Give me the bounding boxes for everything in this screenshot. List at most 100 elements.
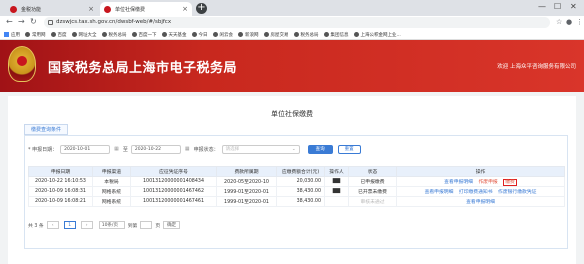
site-title: 国家税务总局上海市电子税务局: [48, 61, 238, 76]
cell-channel: 网格系统: [92, 186, 131, 197]
bookmark-item[interactable]: 上海公积金网上业...: [353, 32, 401, 38]
goto-confirm-button[interactable]: 确定: [163, 221, 181, 229]
declaration-table: 申报日期 申报渠道 应征凭证序号 费款所属期 应缴费额合计(元) 操作人 状态 …: [28, 166, 565, 207]
reload-icon[interactable]: ↻: [30, 17, 37, 26]
void-declaration-link[interactable]: 作废申报: [478, 180, 497, 185]
site-header: 国家税务总局上海市电子税务局 欢迎 上海众平咨询服务有限公司: [0, 40, 584, 92]
close-window-button[interactable]: ✕: [570, 2, 577, 11]
bookmark-item[interactable]: 今日: [191, 32, 208, 38]
cell-status: 已申报缴费: [348, 176, 397, 187]
bookmark-label: 今日: [198, 32, 208, 38]
profile-icon[interactable]: ●: [566, 18, 572, 26]
page-title: 单位社保缴费: [271, 110, 313, 118]
bookmark-label: 集团信息: [330, 32, 349, 38]
tab-label: 金税功能: [21, 6, 42, 13]
bookmark-favicon-icon: [293, 32, 299, 37]
bookmark-item[interactable]: 税务总局: [293, 32, 319, 38]
bookmark-item[interactable]: 百度一下: [131, 32, 157, 38]
welcome-text[interactable]: 欢迎 上海众平咨询服务有限公司: [497, 62, 576, 70]
column-header: 申报渠道: [92, 166, 131, 177]
cell-date: 2020-10-09 16:08:21: [28, 196, 93, 207]
status-select[interactable]: 请选择 ⌄: [221, 144, 300, 154]
bookmark-favicon-icon: [71, 32, 77, 37]
browser-tab-1[interactable]: 金税功能 ×: [6, 2, 98, 16]
cell-status: 审核未通过: [348, 196, 397, 207]
cell-period: 2020-05至2020-10: [216, 176, 277, 187]
date-label: * 申报日期：: [28, 146, 58, 153]
tab-close-icon[interactable]: ×: [88, 5, 94, 13]
void-bank-voucher-link[interactable]: 作废银行缴款凭证: [498, 190, 536, 195]
cell-ops: 查看申报明细: [396, 196, 565, 207]
pay-link[interactable]: 缴费: [503, 179, 517, 186]
cell-period: 1999-01至2020-01: [216, 186, 277, 197]
bookmark-item[interactable]: 网址大全: [71, 32, 97, 38]
next-page-button[interactable]: ›: [80, 221, 93, 229]
table-row: 2020-10-09 16:08:31 网格系统 100131200000014…: [28, 186, 565, 197]
pagination: 共 3 条 ‹ 1 › 10条/页 到第 页 确定: [28, 220, 181, 230]
menu-icon[interactable]: ⋮: [576, 18, 583, 26]
column-header: 费款所属期: [216, 166, 277, 177]
bookmark-item[interactable]: 闲云会: [212, 32, 233, 38]
page-number-button[interactable]: 1: [63, 221, 76, 229]
cell-amount: 38,430.00: [276, 196, 325, 207]
cell-operator: ▇▇: [324, 186, 349, 197]
column-header: 操作: [396, 166, 565, 177]
view-detail-link[interactable]: 查看申报明细: [466, 200, 495, 205]
bookmark-label: 天天基金: [168, 32, 187, 38]
reset-button[interactable]: 重置: [337, 144, 361, 154]
bookmark-label: 常用网: [32, 32, 46, 38]
status-label: 申报状态：: [193, 146, 219, 153]
cell-date: 2020-10-22 16:10:53: [28, 176, 93, 187]
forward-icon[interactable]: →: [18, 17, 25, 26]
bookmark-item[interactable]: 税务总局: [101, 32, 127, 38]
bookmark-item[interactable]: 天天基金: [161, 32, 187, 38]
page-unit-label: 页: [155, 223, 161, 229]
calendar-icon[interactable]: ▦: [185, 146, 190, 152]
column-header: 状态: [348, 166, 397, 177]
page-size-select[interactable]: 10条/页: [98, 221, 125, 229]
new-tab-button[interactable]: +: [196, 3, 207, 14]
cell-operator: [324, 196, 349, 207]
url-field[interactable]: dzswjcs.tax.sh.gov.cn/dwsbf-web/#/sbjfcx: [44, 17, 550, 28]
goto-label: 到第: [127, 223, 138, 229]
cell-voucher: 10013120000001467461: [130, 196, 217, 207]
tax-emblem-icon: [8, 46, 36, 82]
maximize-button[interactable]: ☐: [554, 2, 561, 11]
bookmark-favicon-icon: [238, 32, 243, 37]
bookmark-favicon-icon: [161, 32, 167, 37]
bookmark-favicon-icon: [131, 32, 137, 37]
query-button[interactable]: 查询: [307, 144, 333, 154]
bookmark-label: 房屋交易: [270, 32, 289, 38]
bookmark-item[interactable]: 集团信息: [323, 32, 349, 38]
star-icon[interactable]: ☆: [556, 18, 562, 26]
minimize-button[interactable]: —: [538, 2, 546, 11]
tab-query-conditions[interactable]: 缴费查询条件: [24, 124, 69, 135]
bookmark-item[interactable]: 房屋交易: [263, 32, 289, 38]
bookmark-label: 网址大全: [78, 32, 97, 38]
url-text: dzswjcs.tax.sh.gov.cn/dwsbf-web/#/sbjfcx: [56, 19, 172, 25]
bookmark-item[interactable]: 常用网: [25, 32, 46, 38]
lock-icon: [48, 20, 53, 25]
view-detail-link[interactable]: 查看申报明细: [425, 190, 454, 195]
bookmark-favicon-icon: [50, 32, 56, 37]
bookmark-label: 税务总局: [108, 32, 127, 38]
cell-amount: 20,030.00: [276, 176, 325, 187]
prev-page-button[interactable]: ‹: [46, 221, 59, 229]
cell-voucher: 10013120000001467462: [130, 186, 217, 197]
tab-close-icon[interactable]: ×: [182, 5, 188, 13]
view-detail-link[interactable]: 查看申报明细: [444, 180, 473, 185]
back-icon[interactable]: ←: [6, 17, 13, 26]
cell-operator: ▇▇: [324, 176, 349, 187]
date-from-input[interactable]: 2020-10-01: [60, 144, 111, 154]
print-notice-link[interactable]: 打印缴费通知书: [459, 190, 493, 195]
bookmark-item[interactable]: 新浪网: [238, 32, 259, 38]
chevron-down-icon: ⌄: [291, 146, 296, 152]
cell-date: 2020-10-09 16:08:31: [28, 186, 93, 197]
calendar-icon[interactable]: ▦: [114, 146, 119, 152]
cell-period: 1999-01至2020-01: [216, 196, 277, 207]
bookmark-item[interactable]: 百度: [50, 32, 67, 38]
date-to-input[interactable]: 2020-10-22: [130, 144, 181, 154]
browser-tab-2[interactable]: 单位社保缴费 ×: [100, 2, 192, 16]
goto-page-input[interactable]: [140, 221, 153, 229]
bookmark-item[interactable]: 应用: [4, 32, 20, 38]
